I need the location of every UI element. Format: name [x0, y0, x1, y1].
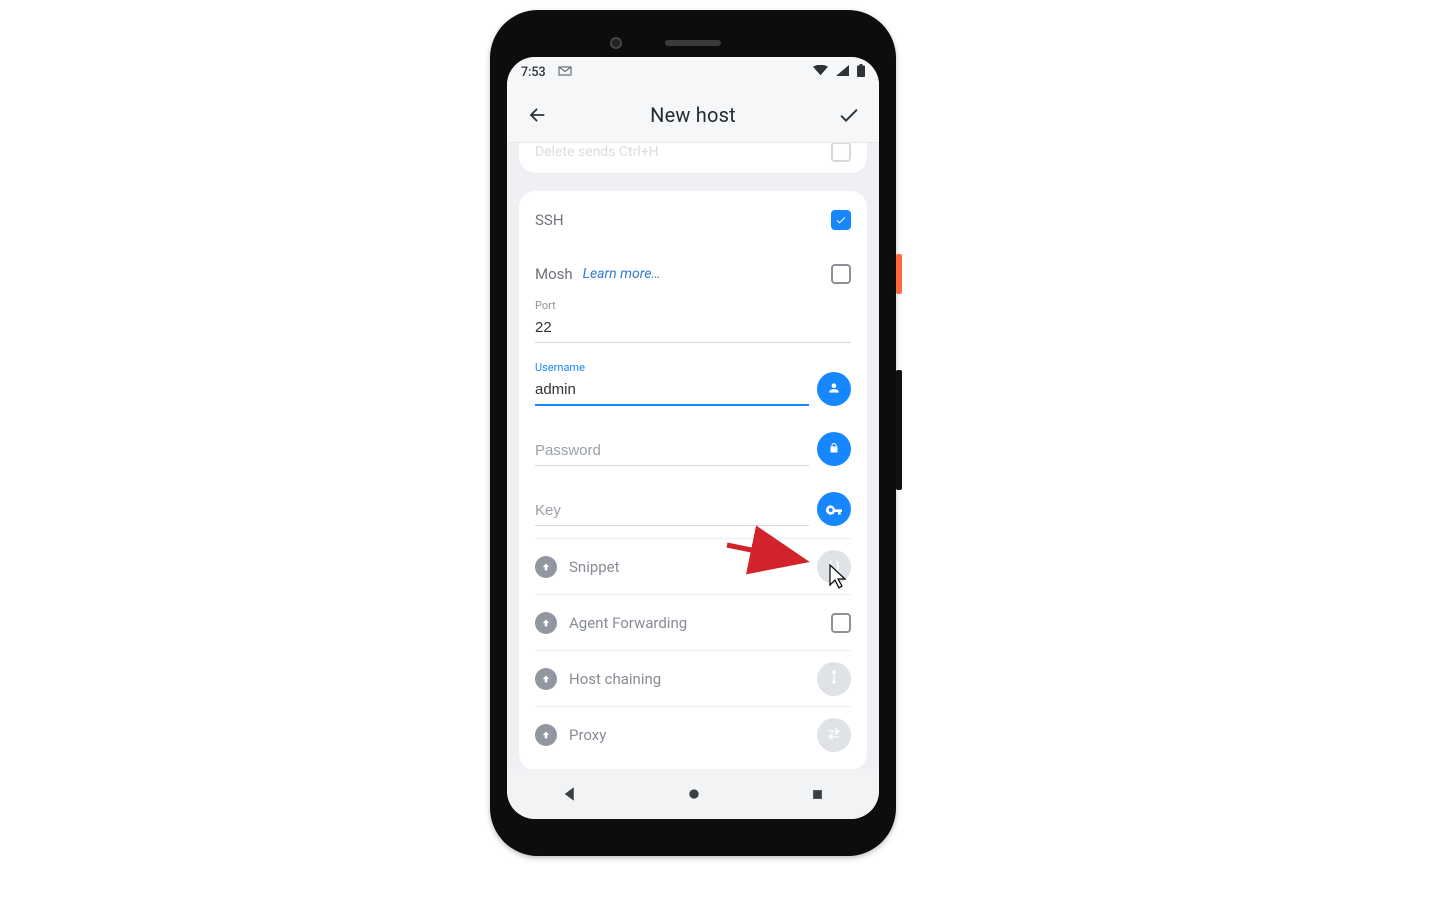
- page-title: New host: [555, 103, 831, 127]
- phone-volume-button: [896, 370, 902, 490]
- snippet-row[interactable]: Snippet { }: [535, 538, 851, 594]
- confirm-button[interactable]: [831, 97, 867, 133]
- gmail-icon: [554, 65, 572, 80]
- phone-power-button: [896, 254, 902, 294]
- back-button[interactable]: [519, 97, 555, 133]
- key-field[interactable]: [535, 498, 809, 526]
- arrow-up-icon: [535, 612, 557, 634]
- ssh-label: SSH: [535, 211, 564, 229]
- host-chaining-label: Host chaining: [569, 670, 661, 688]
- host-chaining-row[interactable]: Host chaining: [535, 650, 851, 706]
- braces-icon: { }: [828, 559, 840, 574]
- phone-frame: 7:53 New host: [490, 10, 896, 856]
- agent-forwarding-label: Agent Forwarding: [569, 614, 687, 632]
- password-picker-button[interactable]: [817, 432, 851, 466]
- android-nav-bar: [507, 769, 879, 819]
- chain-icon: [828, 669, 840, 689]
- proxy-row[interactable]: Proxy: [535, 706, 851, 762]
- cell-signal-icon: [832, 65, 849, 80]
- delete-sends-ctrl-h-checkbox[interactable]: [831, 143, 851, 162]
- port-label: Port: [535, 299, 556, 312]
- status-bar: 7:53: [507, 57, 879, 87]
- username-picker-button[interactable]: [817, 372, 851, 406]
- proxy-action-button[interactable]: [817, 718, 851, 752]
- host-chaining-action-button[interactable]: [817, 662, 851, 696]
- snippet-label: Snippet: [569, 558, 620, 576]
- mosh-checkbox[interactable]: [831, 264, 851, 284]
- battery-icon: [853, 64, 865, 81]
- key-picker-button[interactable]: [817, 492, 851, 526]
- username-field[interactable]: Username: [535, 361, 809, 406]
- swap-icon: [826, 725, 842, 744]
- nav-back-button[interactable]: [561, 785, 579, 803]
- phone-screen: 7:53 New host: [507, 57, 879, 819]
- snippet-action-button[interactable]: { }: [817, 550, 851, 584]
- arrow-up-icon: [535, 724, 557, 746]
- arrow-up-icon: [535, 556, 557, 578]
- previous-card-sliver: Delete sends Ctrl+H: [519, 143, 867, 173]
- mosh-learn-more-link[interactable]: Learn more…: [583, 266, 661, 282]
- port-field[interactable]: Port: [535, 299, 851, 343]
- form-scroll[interactable]: Delete sends Ctrl+H SSH: [507, 143, 879, 769]
- mosh-row[interactable]: Mosh Learn more…: [535, 249, 851, 299]
- username-label: Username: [535, 361, 585, 374]
- agent-forwarding-row[interactable]: Agent Forwarding: [535, 594, 851, 650]
- port-input[interactable]: [535, 315, 851, 343]
- username-input[interactable]: [535, 377, 809, 406]
- ssh-checkbox[interactable]: [831, 210, 851, 230]
- ssh-card: SSH Mosh Learn more…: [519, 191, 867, 769]
- agent-forwarding-checkbox[interactable]: [831, 613, 851, 633]
- proxy-label: Proxy: [569, 726, 606, 744]
- status-time: 7:53: [521, 65, 546, 80]
- key-input[interactable]: [535, 498, 809, 526]
- key-icon: [826, 500, 842, 519]
- password-field[interactable]: [535, 438, 809, 466]
- app-bar: New host: [507, 87, 879, 143]
- mosh-label: Mosh: [535, 265, 573, 283]
- password-input[interactable]: [535, 438, 809, 466]
- person-icon: [827, 380, 841, 399]
- ssh-row[interactable]: SSH: [535, 191, 851, 249]
- delete-sends-ctrl-h-label: Delete sends Ctrl+H: [535, 144, 659, 160]
- lock-icon: [828, 440, 840, 459]
- nav-recents-button[interactable]: [810, 787, 825, 802]
- arrow-up-icon: [535, 668, 557, 690]
- nav-home-button[interactable]: [686, 786, 702, 802]
- wifi-icon: [809, 65, 828, 80]
